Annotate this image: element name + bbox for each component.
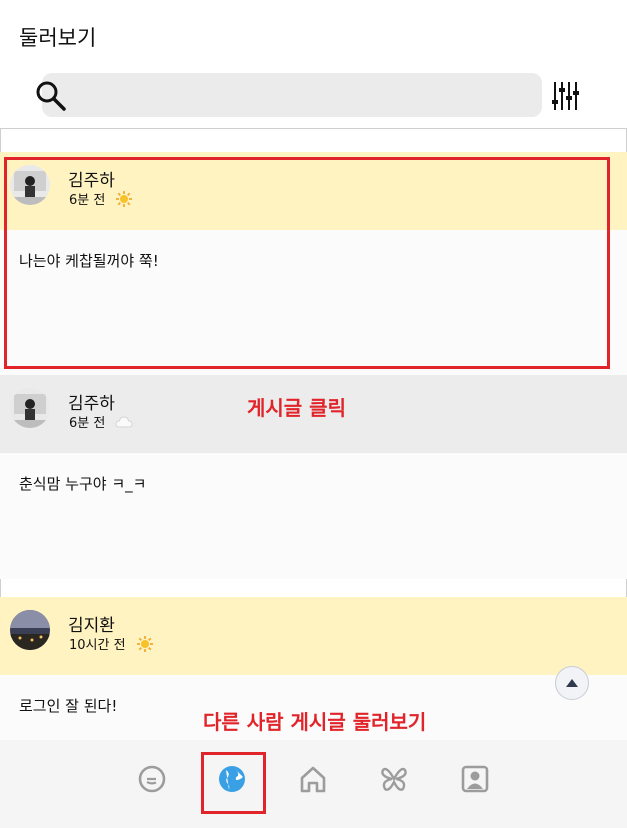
post-meta: 6분 전: [69, 412, 133, 431]
avatar: [10, 610, 50, 650]
profile-icon[interactable]: [460, 764, 490, 794]
post-body: 춘식맘 누구야 ㅋ_ㅋ: [0, 453, 627, 579]
post-header: 김지환 10시간 전: [0, 597, 627, 675]
annotation-browse-others: 다른 사람 게시글 둘러보기: [203, 710, 427, 734]
butterfly-icon[interactable]: [379, 764, 409, 794]
search-container: [30, 73, 542, 117]
author-name: 김주하: [68, 394, 115, 414]
filter-sliders-icon[interactable]: [550, 80, 580, 112]
cloud-icon: [115, 415, 133, 427]
post-time: 10시간 전: [69, 638, 126, 653]
header: 둘러보기: [0, 0, 627, 129]
post-meta: 10시간 전: [69, 634, 154, 653]
search-input[interactable]: [42, 73, 542, 117]
caret-up-icon: [566, 679, 578, 687]
bottom-nav: [0, 740, 627, 828]
annotation-post-click: 게시글 클릭: [247, 396, 346, 420]
search-icon[interactable]: [34, 79, 68, 113]
home-icon[interactable]: [298, 764, 328, 794]
author-name: 김지환: [68, 616, 115, 636]
scroll-to-top-button[interactable]: [555, 666, 589, 700]
post-time: 6분 전: [69, 416, 106, 431]
sun-icon: [136, 635, 153, 652]
chat-bubble-icon[interactable]: [137, 764, 167, 794]
page-title: 둘러보기: [19, 26, 97, 50]
post-text: 로그인 잘 된다!: [19, 697, 118, 715]
avatar: [10, 388, 50, 428]
nav-highlight-box: [201, 752, 266, 814]
highlight-box: [4, 157, 610, 369]
post-text: 춘식맘 누구야 ㅋ_ㅋ: [19, 475, 147, 493]
